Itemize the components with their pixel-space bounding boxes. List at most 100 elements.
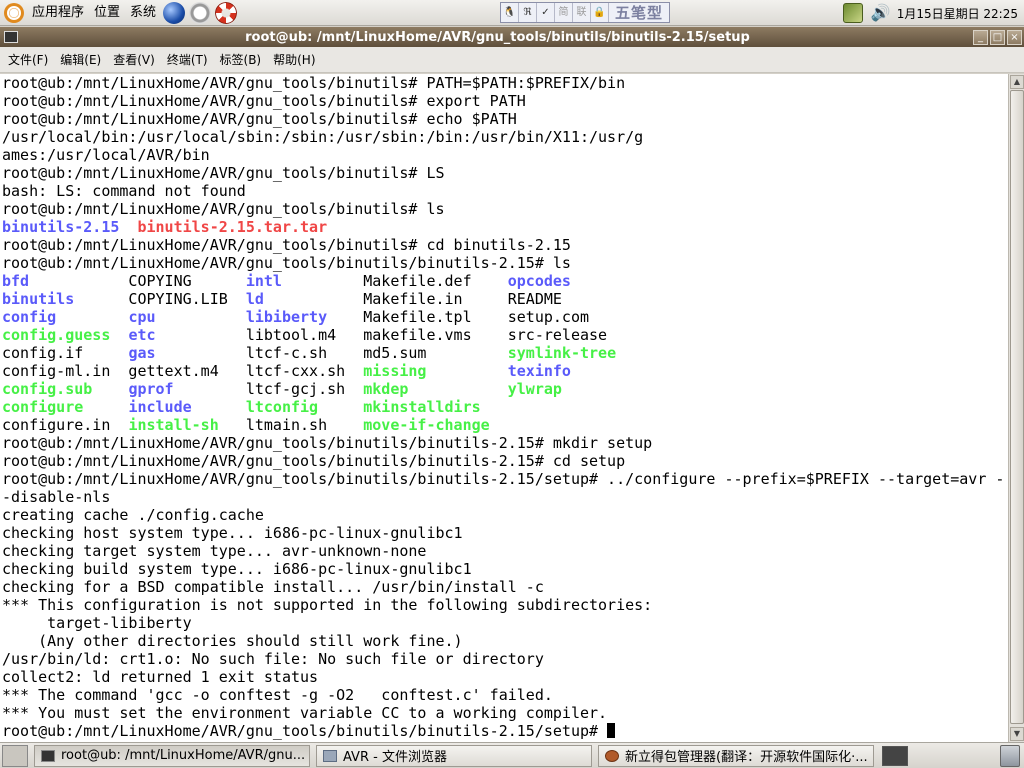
- terminal-text: opcodes: [507, 272, 571, 290]
- folder-icon: [323, 749, 337, 762]
- terminal-text: COPYING.LIB: [74, 290, 246, 308]
- task-label: root@ub: /mnt/LinuxHome/AVR/gnu...: [61, 748, 306, 763]
- terminal-text: bash: LS: command not found: [2, 182, 246, 200]
- terminal-line: config.guess etc libtool.m4 makefile.vms…: [2, 326, 1004, 344]
- taskbar-item-file-browser[interactable]: AVR - 文件浏览器: [316, 744, 592, 767]
- terminal-text: mkdep: [363, 380, 409, 398]
- help-icon[interactable]: [215, 1, 238, 24]
- terminal-line: root@ub:/mnt/LinuxHome/AVR/gnu_tools/bin…: [2, 254, 1004, 272]
- ime-simplified-icon[interactable]: 简: [555, 3, 573, 22]
- terminal-line: root@ub:/mnt/LinuxHome/AVR/gnu_tools/bin…: [2, 452, 1004, 470]
- terminal-text: missing: [363, 362, 427, 380]
- terminal-line: -disable-nls: [2, 488, 1004, 506]
- terminal-text: include: [128, 398, 192, 416]
- terminal-text: config.guess: [2, 326, 111, 344]
- places-menu[interactable]: 位置: [89, 0, 125, 26]
- terminal-line: checking for a BSD compatible install...…: [2, 578, 1004, 596]
- terminal-text: root@ub:/mnt/LinuxHome/AVR/gnu_tools/bin…: [2, 164, 445, 182]
- workspace-switcher[interactable]: [882, 745, 908, 766]
- show-desktop-icon[interactable]: [2, 744, 28, 767]
- window-titlebar[interactable]: root@ub: /mnt/LinuxHome/AVR/gnu_tools/bi…: [0, 27, 1024, 47]
- terminal-text: creating cache ./config.cache: [2, 506, 264, 524]
- applications-menu[interactable]: 应用程序: [27, 0, 89, 26]
- menubar: 文件(F) 编辑(E) 查看(V) 终端(T) 标签(B) 帮助(H): [0, 47, 1024, 73]
- terminal-line: config.sub gprof ltcf-gcj.sh mkdep ylwra…: [2, 380, 1004, 398]
- terminal-output[interactable]: root@ub:/mnt/LinuxHome/AVR/gnu_tools/bin…: [0, 74, 1008, 742]
- terminal-line: *** You must set the environment variabl…: [2, 704, 1004, 722]
- ime-check-icon[interactable]: ✓: [537, 3, 555, 22]
- menu-file[interactable]: 文件(F): [2, 48, 54, 72]
- menu-edit[interactable]: 编辑(E): [54, 48, 107, 72]
- terminal-line: *** This configuration is not supported …: [2, 596, 1004, 614]
- terminal-text: config.if: [2, 344, 129, 362]
- web-browser-icon[interactable]: [163, 1, 186, 24]
- menu-help[interactable]: 帮助(H): [267, 48, 321, 72]
- trash-icon[interactable]: [1000, 744, 1020, 767]
- terminal-text: bfd: [2, 272, 30, 290]
- terminal-text: Makefile.in README: [263, 290, 562, 308]
- terminal-text: ltcf-c.sh md5.sum: [155, 344, 508, 362]
- ime-associate-icon[interactable]: 联: [573, 3, 591, 22]
- terminal-text: ltcf-gcj.sh: [173, 380, 364, 398]
- terminal-cursor: [607, 723, 616, 738]
- clock-launcher-icon[interactable]: [189, 1, 212, 24]
- terminal-text: config.sub: [2, 380, 93, 398]
- terminal-text: ylwrap: [507, 380, 562, 398]
- terminal-text: checking for a BSD compatible install...…: [2, 578, 544, 596]
- scroll-down-icon[interactable]: ▼: [1010, 727, 1024, 741]
- terminal-line: bash: LS: command not found: [2, 182, 1004, 200]
- terminal-text: etc: [128, 326, 156, 344]
- menu-view[interactable]: 查看(V): [107, 48, 161, 72]
- menu-terminal[interactable]: 终端(T): [161, 48, 214, 72]
- terminal-line: config cpu libiberty Makefile.tpl setup.…: [2, 308, 1004, 326]
- terminal-text: root@ub:/mnt/LinuxHome/AVR/gnu_tools/bin…: [2, 92, 526, 110]
- terminal-text: intl: [245, 272, 282, 290]
- terminal-text: root@ub:/mnt/LinuxHome/AVR/gnu_tools/bin…: [2, 470, 1005, 488]
- terminal-text: gas: [128, 344, 156, 362]
- system-tray: 🔊 1月15日星期日 22:25: [839, 0, 1024, 26]
- input-method-bar: 🐧 ℜ ✓ 简 联 🔒 五笔型: [500, 2, 671, 23]
- ime-mode-label[interactable]: 五笔型: [609, 2, 669, 23]
- update-notifier-icon[interactable]: [842, 3, 863, 23]
- taskbar-item-terminal[interactable]: root@ub: /mnt/LinuxHome/AVR/gnu...: [34, 744, 310, 767]
- ime-lock-icon[interactable]: 🔒: [591, 3, 609, 22]
- close-button[interactable]: ×: [1007, 29, 1022, 45]
- minimize-button[interactable]: _: [973, 29, 988, 45]
- terminal-line: ames:/usr/local/AVR/bin: [2, 146, 1004, 164]
- terminal-line: checking host system type... i686-pc-lin…: [2, 524, 1004, 542]
- terminal-line: configure.in install-sh ltmain.sh move-i…: [2, 416, 1004, 434]
- ubuntu-logo-icon[interactable]: [4, 2, 24, 23]
- scrollbar-thumb[interactable]: [1010, 90, 1024, 724]
- terminal-line: creating cache ./config.cache: [2, 506, 1004, 524]
- taskbar-item-synaptic[interactable]: 新立得包管理器(翻译：开源软件国际化·...: [598, 744, 874, 767]
- system-menu[interactable]: 系统: [125, 0, 161, 26]
- terminal-line: configure include ltconfig mkinstalldirs: [2, 398, 1004, 416]
- scroll-up-icon[interactable]: ▲: [1010, 75, 1024, 89]
- volume-icon[interactable]: 🔊: [871, 3, 891, 23]
- terminal-line: checking build system type... i686-pc-li…: [2, 560, 1004, 578]
- terminal-text: /usr/local/bin:/usr/local/sbin:/sbin:/us…: [2, 128, 644, 146]
- terminal-line: target-libiberty: [2, 614, 1004, 632]
- clock[interactable]: 1月15日星期日 22:25: [895, 5, 1024, 22]
- terminal-line: config-ml.in gettext.m4 ltcf-cxx.sh miss…: [2, 362, 1004, 380]
- bottom-panel: root@ub: /mnt/LinuxHome/AVR/gnu... AVR -…: [0, 742, 1024, 768]
- ime-penguin-icon[interactable]: 🐧: [501, 3, 519, 22]
- menu-tabs[interactable]: 标签(B): [214, 48, 268, 72]
- terminal-text: checking target system type... avr-unkno…: [2, 542, 427, 560]
- terminal-text: root@ub:/mnt/LinuxHome/AVR/gnu_tools/bin…: [2, 254, 571, 272]
- ime-script-icon[interactable]: ℜ: [519, 3, 537, 22]
- terminal-line: collect2: ld returned 1 exit status: [2, 668, 1004, 686]
- terminal-line: (Any other directories should still work…: [2, 632, 1004, 650]
- terminal-text: collect2: ld returned 1 exit status: [2, 668, 319, 686]
- terminal-window-icon[interactable]: [4, 31, 18, 43]
- main-menu: 应用程序 位置 系统: [0, 0, 239, 25]
- terminal-text: ltconfig: [245, 398, 319, 416]
- terminal-text: (Any other directories should still work…: [2, 632, 463, 650]
- maximize-button[interactable]: □: [990, 29, 1005, 45]
- terminal-text: -disable-nls: [2, 488, 111, 506]
- terminal-line: root@ub:/mnt/LinuxHome/AVR/gnu_tools/bin…: [2, 92, 1004, 110]
- terminal-scrollbar[interactable]: ▲ ▼: [1008, 74, 1024, 742]
